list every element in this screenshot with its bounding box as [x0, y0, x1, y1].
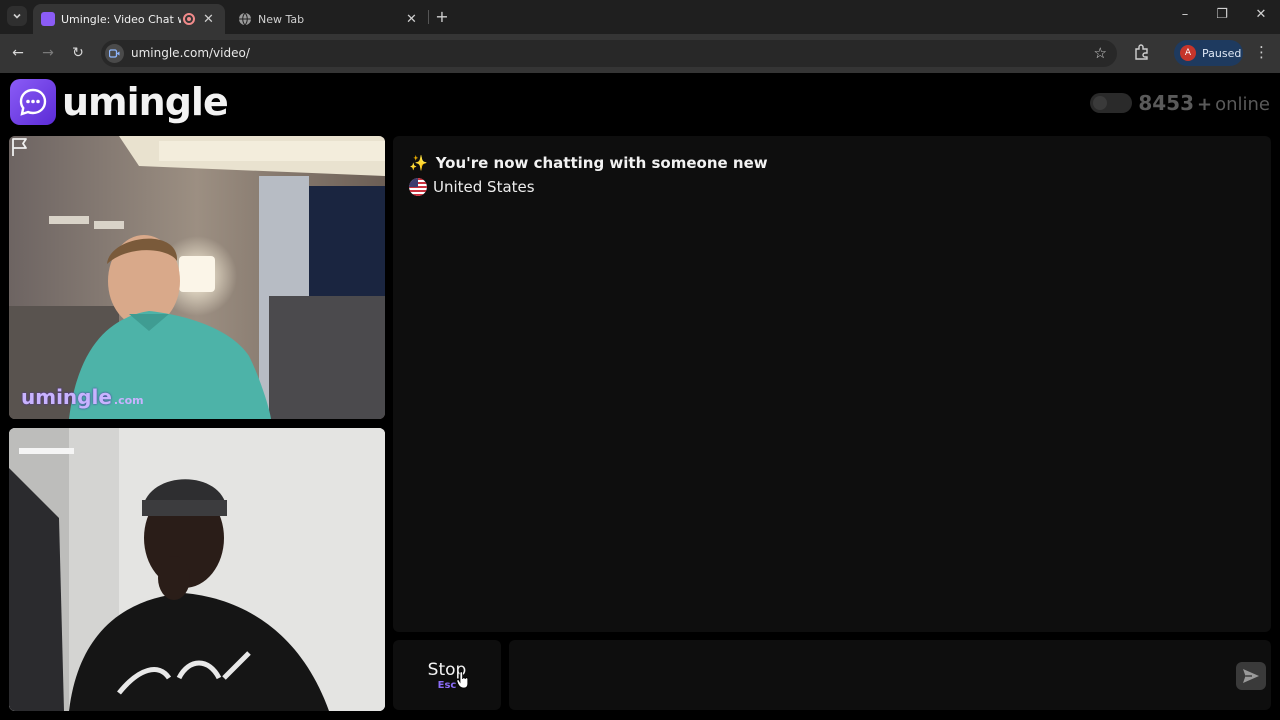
restore-icon[interactable]: ❐ — [1212, 7, 1232, 22]
bookmark-star-icon[interactable]: ☆ — [1094, 44, 1107, 62]
online-counter: 8453 + online — [1090, 91, 1270, 115]
minimize-icon[interactable]: – — [1175, 7, 1195, 22]
tab-search-button[interactable] — [7, 6, 27, 26]
esc-shortcut-label: Esc — [437, 680, 457, 691]
tab-title: New Tab — [258, 12, 305, 26]
system-message: ✨ You're now chatting with someone new — [409, 154, 768, 172]
forward-arrow-icon[interactable]: → — [38, 43, 58, 63]
stop-label: Stop — [427, 660, 467, 680]
globe-icon — [239, 12, 251, 26]
reload-icon[interactable]: ↻ — [68, 43, 88, 63]
umingle-watermark: umingle .com — [21, 385, 144, 409]
hand-cursor-icon — [456, 671, 469, 689]
tab-divider — [428, 10, 429, 24]
remote-video: umingle .com — [9, 136, 385, 419]
tab-umingle[interactable]: Umingle: Video Chat with St ✕ — [33, 4, 225, 34]
tab-close-icon[interactable]: ✕ — [203, 12, 214, 27]
umingle-favicon-icon — [41, 12, 55, 26]
partner-country: United States — [409, 178, 535, 196]
extensions-puzzle-icon[interactable] — [1133, 43, 1151, 61]
profile-button[interactable]: A Paused — [1174, 40, 1243, 66]
chevron-down-icon — [13, 13, 21, 19]
local-video-frame — [9, 428, 385, 711]
site-info-icon[interactable] — [105, 44, 124, 63]
recording-indicator-icon — [183, 13, 195, 25]
tab-close-icon[interactable]: ✕ — [406, 12, 417, 27]
watermark-suffix: .com — [113, 394, 144, 407]
umingle-page: umingle 8453 + online umingle .com ✨ You… — [0, 73, 1280, 720]
local-video — [9, 428, 385, 711]
online-plus: + — [1197, 94, 1213, 115]
remote-video-frame — [9, 136, 385, 419]
window-close-icon[interactable]: ✕ — [1251, 7, 1271, 22]
us-flag-icon — [409, 178, 427, 196]
report-flag-icon[interactable] — [9, 136, 31, 158]
avatar: A — [1180, 45, 1196, 61]
browser-toolbar: ← → ↻ umingle.com/video/ ☆ A Paused ⋮ — [0, 34, 1280, 73]
stop-button[interactable]: Stop Esc — [393, 640, 501, 710]
system-message-text: You're now chatting with someone new — [435, 154, 768, 172]
online-label: online — [1215, 94, 1270, 115]
browser-menu-kebab-icon[interactable]: ⋮ — [1254, 43, 1269, 61]
address-bar[interactable]: umingle.com/video/ ☆ — [101, 40, 1117, 67]
tab-title: Umingle: Video Chat with St — [61, 12, 181, 26]
new-tab-plus-icon[interactable]: + — [434, 7, 450, 26]
brand-name: umingle — [62, 80, 229, 124]
theme-toggle[interactable] — [1090, 93, 1133, 113]
back-arrow-icon[interactable]: ← — [8, 43, 28, 63]
chat-bubble-logo-icon — [10, 79, 56, 125]
message-input[interactable] — [509, 640, 1271, 710]
tab-new-tab[interactable]: New Tab ✕ — [230, 4, 422, 34]
partner-country-text: United States — [433, 178, 535, 196]
sparkles-icon: ✨ — [409, 154, 428, 172]
online-count: 8453 — [1138, 91, 1194, 115]
brand-logo[interactable]: umingle — [10, 79, 229, 125]
send-button[interactable] — [1236, 662, 1266, 690]
profile-status: Paused — [1202, 46, 1242, 60]
browser-chrome: Umingle: Video Chat with St ✕ New Tab ✕ … — [0, 0, 1280, 73]
watermark-text: umingle — [21, 385, 112, 409]
url-text: umingle.com/video/ — [131, 46, 250, 60]
tab-strip: Umingle: Video Chat with St ✕ New Tab ✕ … — [0, 0, 1280, 34]
send-arrow-icon — [1243, 669, 1259, 683]
chat-panel: ✨ You're now chatting with someone new U… — [393, 136, 1271, 632]
